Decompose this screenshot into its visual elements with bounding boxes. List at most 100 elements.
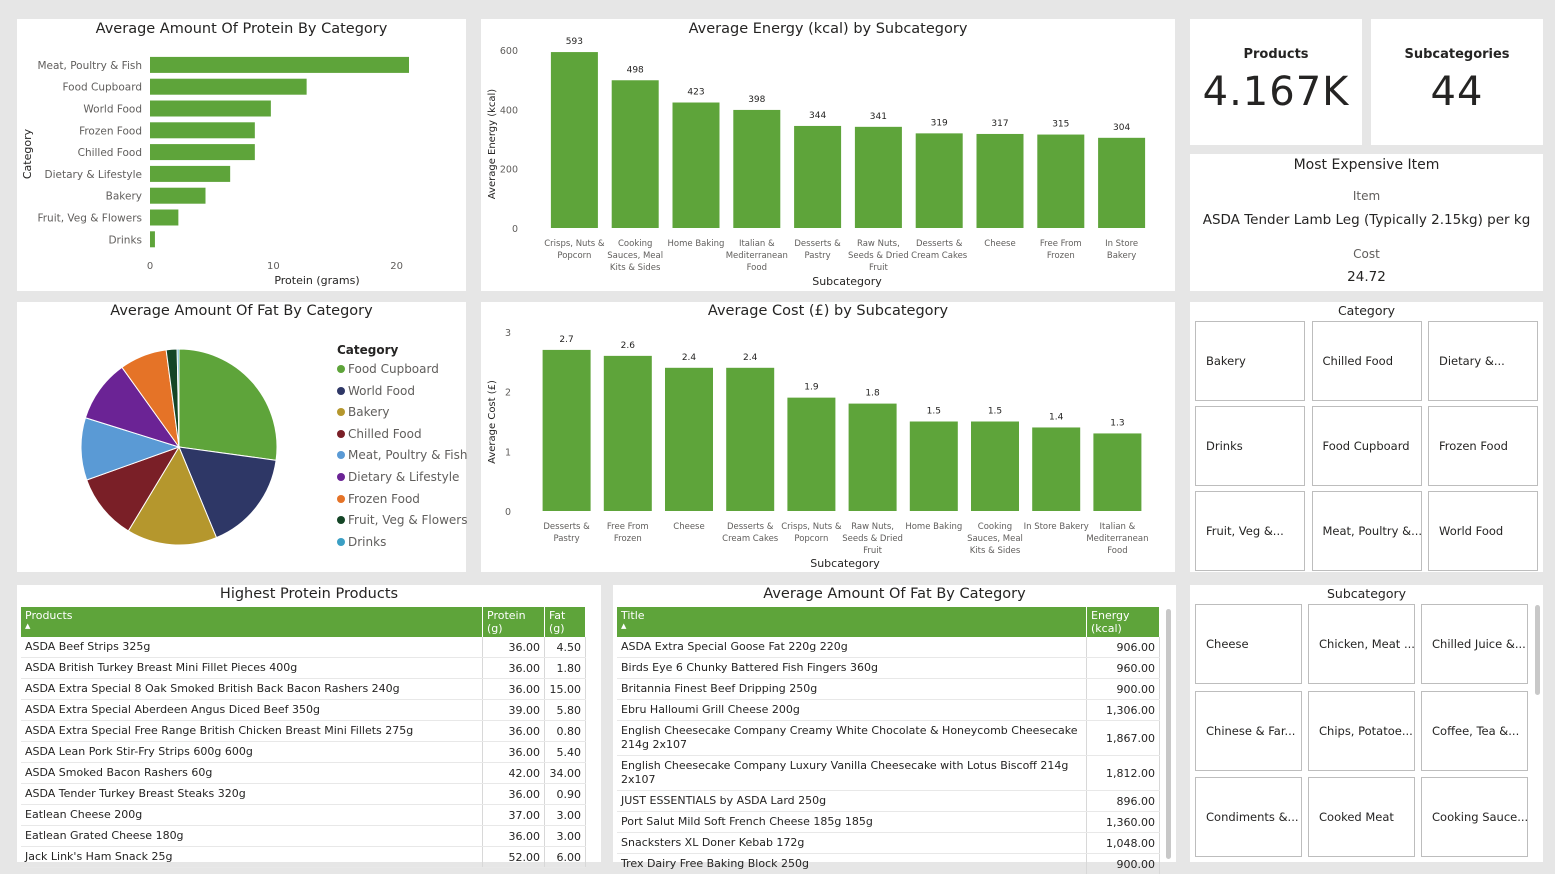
slicer-tile[interactable]: Bakery [1195,321,1305,401]
table-row[interactable]: ASDA Tender Turkey Breast Steaks 320g 36.… [21,783,587,805]
pie-legend-item[interactable]: Dietary & Lifestyle [337,470,459,484]
pie-legend-item[interactable]: Fruit, Veg & Flowers [337,513,467,527]
column-header[interactable]: Protein (g) [482,607,545,637]
table-row[interactable]: Britannia Finest Beef Dripping 250g 900.0… [617,678,1160,700]
slicer-tile[interactable]: Condiments &... [1195,777,1302,857]
energy-chart: 0 200 400 600 Average Energy (kcal) 593 Crisps… [487,37,1146,288]
slicer-tile[interactable]: Chips, Potatoe... [1308,690,1415,771]
category-tick-label: Sauces, Meal [967,534,1023,544]
legend-marker [337,365,345,373]
table-row[interactable]: Port Salut Mild Soft French Cheese 185g … [617,811,1160,833]
table-row[interactable]: ASDA Extra Special Aberdeen Angus Diced … [21,699,587,721]
category-tick-label: Kits & Sides [610,263,661,273]
pie-legend-item[interactable]: Frozen Food [337,492,420,506]
table-row[interactable]: Trex Dairy Free Baking Block 250g 900.00 [617,853,1160,874]
chart-bar [672,102,720,228]
slicer-tile[interactable]: Frozen Food [1428,406,1538,486]
slicer-tile[interactable]: Chinese & Far... [1195,690,1302,771]
y-tick-label: 2 [505,388,511,399]
category-tick-label: In Store Bakery [1024,522,1089,532]
pie-legend-item[interactable]: Bakery [337,405,390,419]
table-row[interactable]: English Cheesecake Company Luxury Vanill… [617,755,1160,791]
table-row[interactable]: ASDA British Turkey Breast Mini Fillet P… [21,657,587,679]
protein-category-label: Chilled Food [78,147,142,159]
slicer-tile[interactable]: Cooked Meat [1308,777,1415,857]
legend-label: Bakery [348,405,390,420]
slicer-tile[interactable]: Coffee, Tea &... [1421,690,1528,771]
pie-legend-item[interactable]: Drinks [337,535,386,549]
legend-label: Frozen Food [348,491,420,506]
y-tick-label: 200 [500,165,518,176]
slicer-tile[interactable]: Cooking Sauce... [1421,777,1528,857]
table-row[interactable]: Eatlean Cheese 200g 37.00 3.00 [21,804,587,826]
category-tick-label: Italian & [1100,522,1136,532]
slicer-tile[interactable]: Chilled Juice &... [1421,604,1528,684]
bar-data-label: 423 [687,88,704,98]
chart-bar [848,403,897,511]
column-header[interactable]: Energy (kcal) [1086,607,1160,637]
legend-marker [337,516,345,525]
table-row[interactable]: ASDA Extra Special Goose Fat 220g 220g 90… [617,637,1160,658]
table-cell: 36.00 [482,678,545,700]
slicer-tile[interactable]: Dietary &... [1428,321,1538,401]
category-tick-label: Desserts & [794,239,841,249]
table-row[interactable]: Ebru Halloumi Grill Cheese 200g 1,306.00 [617,699,1160,721]
bar-data-label: 341 [870,112,887,122]
table-row[interactable]: Birds Eye 6 Chunky Battered Fish Fingers… [617,657,1160,679]
chart-bar [726,367,775,511]
table-cell: ASDA Extra Special Goose Fat 220g 220g [617,637,1088,658]
most-expensive-title: Most Expensive Item [1293,157,1440,173]
item-label: Item [1352,189,1381,203]
pie-slice [178,348,278,461]
table-row[interactable]: JUST ESSENTIALS by ASDA Lard 250g 896.00 [617,790,1160,812]
pie-legend-item[interactable]: World Food [337,384,415,398]
table-cell: 39.00 [482,699,545,721]
table-row[interactable]: ASDA Smoked Bacon Rashers 60g 42.00 34.00 [21,762,587,784]
table-row[interactable]: ASDA Extra Special Free Range British Ch… [21,720,587,742]
slicer-tile[interactable]: Food Cupboard [1311,406,1422,486]
table-cell: ASDA Tender Turkey Breast Steaks 320g [21,783,484,805]
slicer-tile[interactable]: Fruit, Veg &... [1195,491,1305,571]
protein-x-axis-label: Protein (grams) [274,274,359,287]
chart-bar [550,52,598,229]
cost-chart-card: Average Cost (£) by Subcategory 0 1 2 3 Aver… [481,302,1175,572]
protein-table-card: Highest Protein Products Products ▲ Protei… [17,585,601,868]
table-row[interactable]: ASDA Extra Special 8 Oak Smoked British … [21,678,587,700]
category-tick-label: Bakery [1107,251,1136,261]
pie-legend-item[interactable]: Food Cupboard [337,362,439,376]
table-cell: 0.90 [544,783,587,805]
slicer-tile[interactable]: Chilled Food [1311,321,1422,401]
table-cell: 0.80 [544,720,587,742]
table-row[interactable]: Jack Link's Ham Snack 25g 52.00 6.00 [21,846,587,868]
table-row[interactable]: Snacksters XL Doner Kebab 172g 1,048.00 [617,832,1160,854]
column-header[interactable]: Products ▲ [21,607,484,637]
table-cell: 37.00 [482,804,545,826]
table-row[interactable]: ASDA Beef Strips 325g 36.00 4.50 [21,637,587,658]
table-cell: 1,360.00 [1086,811,1160,833]
fat-table-scrollbar[interactable] [1166,609,1171,859]
legend-marker [337,408,345,417]
protein-bar [150,209,179,226]
column-header[interactable]: Title ▲ [617,607,1088,637]
slicer-tile[interactable]: Chicken, Meat ... [1308,604,1415,684]
table-row[interactable]: English Cheesecake Company Creamy White … [617,720,1160,756]
fat-pie-card: Average Amount Of Fat By Category Catego… [17,302,467,572]
table-row[interactable]: Eatlean Grated Cheese 180g 36.00 3.00 [21,825,587,847]
table-row[interactable]: ASDA Lean Pork Stir-Fry Strips 600g 600g… [21,741,587,763]
table-cell: Britannia Finest Beef Dripping 250g [617,678,1088,700]
slicer-tile[interactable]: Cheese [1195,604,1302,684]
category-slicer-title: Category [1337,303,1396,318]
slicer-tile[interactable]: Meat, Poultry &... [1311,491,1422,571]
slicer-tile[interactable]: World Food [1428,491,1538,571]
protein-category-label: Frozen Food [79,125,142,137]
pie-legend-item[interactable]: Meat, Poultry & Fish [337,448,467,462]
protein-category-label: Dietary & Lifestyle [44,169,142,181]
legend-marker [337,429,345,438]
subcategories-kpi-label: Subcategories [1404,47,1510,62]
protein-table-title: Highest Protein Products [219,586,399,602]
pie-legend-item[interactable]: Chilled Food [337,427,422,441]
column-header[interactable]: Fat (g) [544,607,587,637]
slicer-tile[interactable]: Drinks [1195,406,1305,486]
category-tick-label: Mediterranean [1086,534,1148,544]
subcategory-slicer-scrollbar[interactable] [1535,605,1540,695]
